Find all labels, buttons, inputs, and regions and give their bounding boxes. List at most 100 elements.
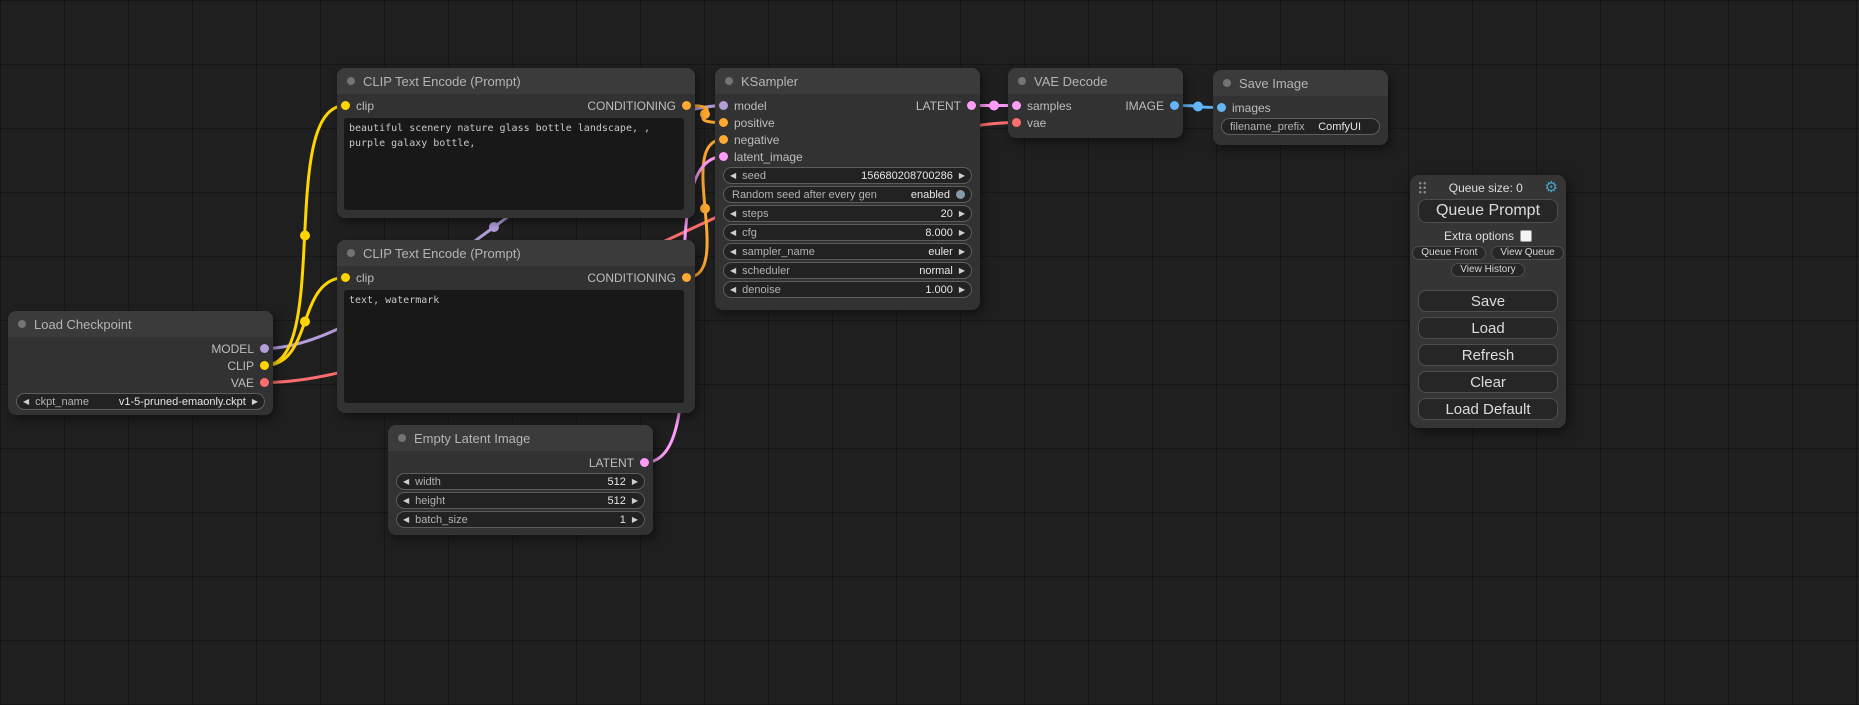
increment-icon[interactable]: ▶ bbox=[632, 478, 638, 486]
node-collapse-dot-icon[interactable] bbox=[725, 77, 733, 85]
output-slot-latent[interactable]: LATENT bbox=[916, 99, 976, 113]
output-dot-conditioning[interactable] bbox=[682, 101, 691, 110]
decrement-icon[interactable]: ◀ bbox=[730, 210, 736, 218]
widget-sampler-name[interactable]: ◀ sampler_name euler ▶ bbox=[723, 243, 972, 260]
view-history-button[interactable]: View History bbox=[1451, 263, 1524, 277]
node-title-bar[interactable]: KSampler bbox=[715, 68, 980, 94]
queue-front-button[interactable]: Queue Front bbox=[1412, 246, 1486, 260]
output-dot-latent[interactable] bbox=[967, 101, 976, 110]
widget-denoise[interactable]: ◀ denoise 1.000 ▶ bbox=[723, 281, 972, 298]
output-slot-image[interactable]: IMAGE bbox=[1125, 99, 1179, 113]
input-dot-latent-image[interactable] bbox=[719, 152, 728, 161]
output-slot-conditioning[interactable]: CONDITIONING bbox=[587, 271, 691, 285]
node-collapse-dot-icon[interactable] bbox=[1223, 79, 1231, 87]
node-load-checkpoint[interactable]: Load Checkpoint MODEL CLIP VAE ◀ bbox=[8, 311, 273, 415]
output-dot-model[interactable] bbox=[260, 344, 269, 353]
node-collapse-dot-icon[interactable] bbox=[18, 320, 26, 328]
decrement-icon[interactable]: ◀ bbox=[730, 286, 736, 294]
node-clip-text-encode-negative[interactable]: CLIP Text Encode (Prompt) clip CONDITION… bbox=[337, 240, 695, 413]
decrement-icon[interactable]: ◀ bbox=[23, 398, 29, 406]
decrement-icon[interactable]: ◀ bbox=[403, 497, 409, 505]
input-slot-clip[interactable]: clip bbox=[341, 271, 374, 285]
decrement-icon[interactable]: ◀ bbox=[730, 229, 736, 237]
node-empty-latent-image[interactable]: Empty Latent Image LATENT ◀ width 512 ▶ … bbox=[388, 425, 653, 535]
input-slot-model[interactable]: model bbox=[719, 99, 767, 113]
node-save-image[interactable]: Save Image images filename_prefix ComfyU… bbox=[1213, 70, 1388, 145]
widget-width[interactable]: ◀ width 512 ▶ bbox=[396, 473, 645, 490]
node-vae-decode[interactable]: VAE Decode samples IMAGE vae bbox=[1008, 68, 1183, 138]
load-button[interactable]: Load bbox=[1418, 317, 1558, 339]
input-dot-vae[interactable] bbox=[1012, 118, 1021, 127]
input-slot-images[interactable]: images bbox=[1217, 101, 1271, 115]
input-slot-samples[interactable]: samples bbox=[1012, 99, 1072, 113]
input-dot-clip[interactable] bbox=[341, 101, 350, 110]
output-dot-image[interactable] bbox=[1170, 101, 1179, 110]
input-dot-model[interactable] bbox=[719, 101, 728, 110]
increment-icon[interactable]: ▶ bbox=[959, 229, 965, 237]
save-button[interactable]: Save bbox=[1418, 290, 1558, 312]
input-slot-vae[interactable]: vae bbox=[1012, 116, 1046, 130]
output-slot-vae[interactable]: VAE bbox=[231, 376, 269, 390]
increment-icon[interactable]: ▶ bbox=[959, 286, 965, 294]
node-collapse-dot-icon[interactable] bbox=[1018, 77, 1026, 85]
node-collapse-dot-icon[interactable] bbox=[398, 434, 406, 442]
settings-gear-icon[interactable]: ⚙ bbox=[1545, 180, 1558, 195]
decrement-icon[interactable]: ◀ bbox=[730, 267, 736, 275]
node-title-bar[interactable]: Load Checkpoint bbox=[8, 311, 273, 337]
widget-filename-prefix[interactable]: filename_prefix ComfyUI bbox=[1221, 118, 1380, 135]
widget-seed[interactable]: ◀ seed 156680208700286 ▶ bbox=[723, 167, 972, 184]
decrement-icon[interactable]: ◀ bbox=[730, 172, 736, 180]
refresh-button[interactable]: Refresh bbox=[1418, 344, 1558, 366]
positive-prompt-textarea[interactable]: beautiful scenery nature glass bottle la… bbox=[344, 118, 684, 210]
node-title-bar[interactable]: Save Image bbox=[1213, 70, 1388, 96]
output-slot-clip[interactable]: CLIP bbox=[227, 359, 269, 373]
input-slot-positive[interactable]: positive bbox=[719, 116, 775, 130]
load-default-button[interactable]: Load Default bbox=[1418, 398, 1558, 420]
node-title-bar[interactable]: VAE Decode bbox=[1008, 68, 1183, 94]
increment-icon[interactable]: ▶ bbox=[959, 248, 965, 256]
node-collapse-dot-icon[interactable] bbox=[347, 249, 355, 257]
increment-icon[interactable]: ▶ bbox=[959, 267, 965, 275]
node-clip-text-encode-positive[interactable]: CLIP Text Encode (Prompt) clip CONDITION… bbox=[337, 68, 695, 218]
input-dot-positive[interactable] bbox=[719, 118, 728, 127]
output-dot-vae[interactable] bbox=[260, 378, 269, 387]
output-dot-latent[interactable] bbox=[640, 458, 649, 467]
node-ksampler[interactable]: KSampler model LATENT positive negative bbox=[715, 68, 980, 310]
queue-prompt-button[interactable]: Queue Prompt bbox=[1418, 199, 1558, 223]
node-title-bar[interactable]: Empty Latent Image bbox=[388, 425, 653, 451]
input-slot-latent-image[interactable]: latent_image bbox=[719, 150, 803, 164]
output-slot-latent[interactable]: LATENT bbox=[589, 456, 649, 470]
widget-ckpt-name[interactable]: ◀ ckpt_name v1-5-pruned-emaonly.ckpt ▶ bbox=[16, 393, 265, 410]
output-slot-conditioning[interactable]: CONDITIONING bbox=[587, 99, 691, 113]
widget-scheduler[interactable]: ◀ scheduler normal ▶ bbox=[723, 262, 972, 279]
input-dot-samples[interactable] bbox=[1012, 101, 1021, 110]
clear-button[interactable]: Clear bbox=[1418, 371, 1558, 393]
widget-steps[interactable]: ◀ steps 20 ▶ bbox=[723, 205, 972, 222]
output-slot-model[interactable]: MODEL bbox=[211, 342, 269, 356]
decrement-icon[interactable]: ◀ bbox=[403, 516, 409, 524]
decrement-icon[interactable]: ◀ bbox=[730, 248, 736, 256]
input-slot-clip[interactable]: clip bbox=[341, 99, 374, 113]
widget-random-seed-toggle[interactable]: Random seed after every gen enabled bbox=[723, 186, 972, 203]
negative-prompt-textarea[interactable]: text, watermark bbox=[344, 290, 684, 403]
increment-icon[interactable]: ▶ bbox=[632, 516, 638, 524]
output-dot-clip[interactable] bbox=[260, 361, 269, 370]
node-title-bar[interactable]: CLIP Text Encode (Prompt) bbox=[337, 240, 695, 266]
widget-height[interactable]: ◀ height 512 ▶ bbox=[396, 492, 645, 509]
increment-icon[interactable]: ▶ bbox=[252, 398, 258, 406]
increment-icon[interactable]: ▶ bbox=[632, 497, 638, 505]
drag-handle-icon[interactable] bbox=[1418, 181, 1427, 194]
input-slot-negative[interactable]: negative bbox=[719, 133, 779, 147]
increment-icon[interactable]: ▶ bbox=[959, 210, 965, 218]
input-dot-images[interactable] bbox=[1217, 103, 1226, 112]
extra-options-checkbox[interactable] bbox=[1520, 230, 1532, 242]
view-queue-button[interactable]: View Queue bbox=[1491, 246, 1563, 260]
increment-icon[interactable]: ▶ bbox=[959, 172, 965, 180]
input-dot-clip[interactable] bbox=[341, 273, 350, 282]
node-title-bar[interactable]: CLIP Text Encode (Prompt) bbox=[337, 68, 695, 94]
widget-batch-size[interactable]: ◀ batch_size 1 ▶ bbox=[396, 511, 645, 528]
decrement-icon[interactable]: ◀ bbox=[403, 478, 409, 486]
input-dot-negative[interactable] bbox=[719, 135, 728, 144]
output-dot-conditioning[interactable] bbox=[682, 273, 691, 282]
node-collapse-dot-icon[interactable] bbox=[347, 77, 355, 85]
